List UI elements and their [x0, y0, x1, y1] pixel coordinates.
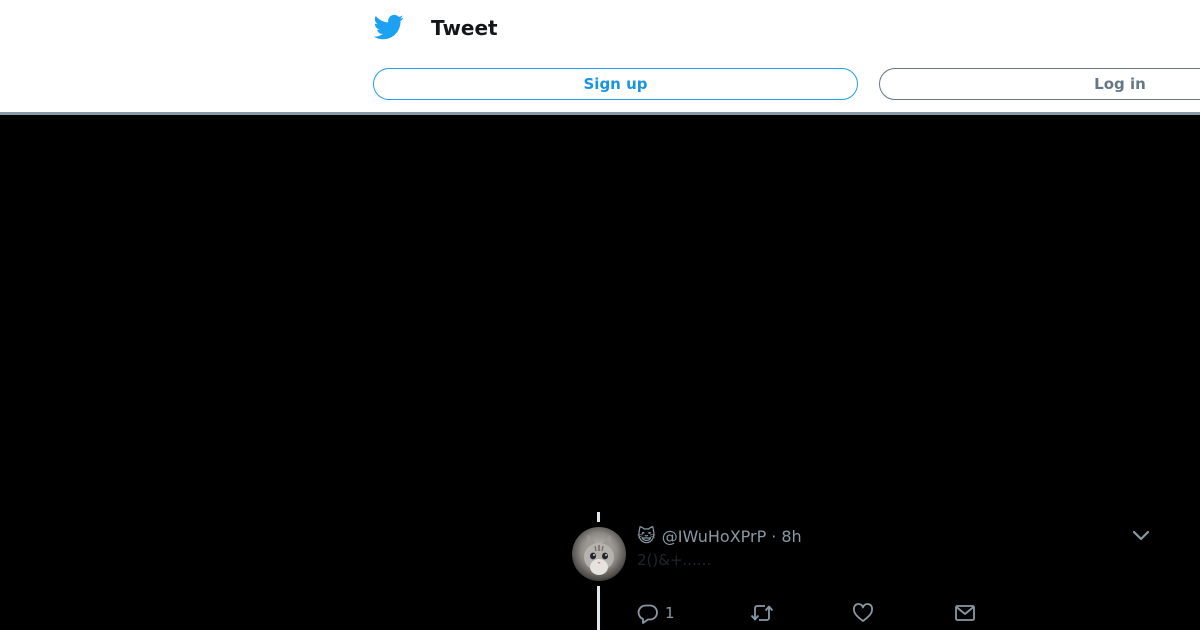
- page-title: Tweet: [431, 16, 498, 40]
- reply-count: 1: [665, 604, 675, 622]
- reply-icon: [637, 602, 659, 624]
- like-button[interactable]: [852, 601, 874, 625]
- reply-button[interactable]: 1: [637, 601, 675, 625]
- avatar[interactable]: [572, 527, 626, 581]
- header-divider: [0, 112, 1200, 115]
- direct-message-button[interactable]: [954, 601, 976, 625]
- tweet-actions: 1: [0, 601, 1200, 625]
- tweet-header: 😺 @IWuHoXPrP · 8h: [637, 524, 802, 548]
- log-in-button[interactable]: Log in: [879, 68, 1200, 100]
- separator-dot: ·: [771, 526, 777, 546]
- sign-up-button[interactable]: Sign up: [373, 68, 858, 100]
- heart-icon: [852, 602, 874, 624]
- retweet-button[interactable]: [750, 601, 774, 625]
- retweet-icon: [750, 602, 774, 624]
- tweet-timestamp[interactable]: 8h: [781, 527, 801, 546]
- top-header: Tweet Sign up Log in: [0, 0, 1200, 112]
- chevron-down-icon[interactable]: [1131, 526, 1151, 546]
- twitter-bird-icon[interactable]: [373, 12, 404, 42]
- user-handle[interactable]: @IWuHoXPrP: [662, 527, 766, 546]
- tweet-text: 2()&+......: [637, 551, 712, 569]
- envelope-icon: [954, 602, 976, 624]
- display-name-emoji[interactable]: 😺: [637, 526, 656, 547]
- cat-photo-icon: [584, 535, 614, 575]
- page: Tweet Sign up Log in 😺 @IWuHoXPrP · 8h 2…: [0, 0, 1200, 630]
- thread-connector-line: [597, 512, 600, 522]
